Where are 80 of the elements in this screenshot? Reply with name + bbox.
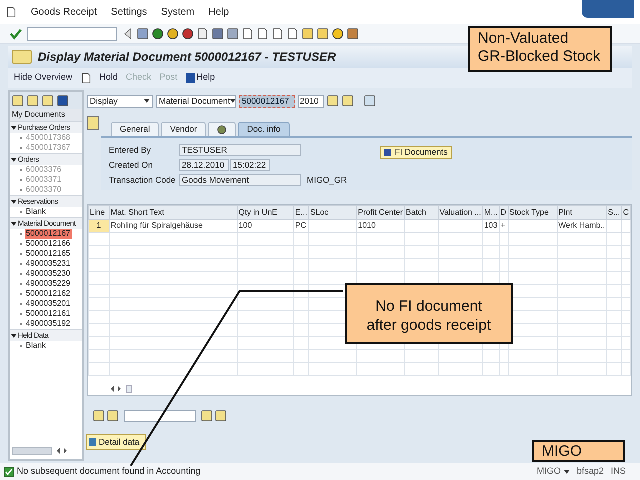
dropdown-arrow-icon[interactable] [564,470,570,474]
tree-item[interactable]: Blank [25,341,48,351]
column-header[interactable]: E... [294,206,309,220]
field-value: MIGO_GR [307,174,348,186]
scrollbar-thumb[interactable] [12,447,52,455]
callout: No FI document after goods receipt [345,283,513,344]
column-header[interactable]: SLoc [308,206,357,220]
field-label: Created On [109,158,154,172]
toolbar-button[interactable]: Help [186,71,216,85]
toolbar-button[interactable]: Hold [100,71,118,85]
fi-documents-button[interactable]: FI Documents [380,146,452,159]
tree-item[interactable]: 5000012165 [25,249,72,259]
tree-item[interactable]: 5000012161 [25,309,72,319]
success-icon [4,466,14,476]
command-field[interactable] [27,26,117,40]
input-field[interactable]: 5000012167 [239,94,295,108]
dropdown[interactable]: Display [87,94,153,108]
table-cell: 100 [237,220,294,232]
column-header[interactable]: S... [606,206,622,220]
column-header[interactable]: Line [88,206,110,220]
input-mode: INS [610,464,626,478]
new-document-icon[interactable] [80,72,92,84]
tab[interactable] [208,122,236,136]
toolbar-button[interactable]: Hide Overview [14,71,73,85]
transaction-code[interactable]: MIGO [536,464,561,478]
tree-item[interactable]: 4900035192 [25,319,72,329]
output-field: 28.12.2010 [179,159,229,171]
tab[interactable]: Doc. info [238,122,290,136]
field-label: Entered By [109,144,152,156]
table-cell: 1010 [356,220,405,232]
input-field[interactable]: 2010 [298,94,324,108]
server-name: bfsap2 [576,464,604,478]
tree-item[interactable]: 4900035230 [25,269,72,279]
column-header[interactable]: M... [482,206,500,220]
window-menu-icon[interactable] [6,6,17,18]
dropdown[interactable]: Material Document [156,94,236,108]
column-header[interactable]: Qty in UnE [237,206,294,220]
check-icon[interactable] [10,28,22,40]
tree-header: My Documents [10,109,82,121]
table-cell: Rohling für Spiralgehäuse [109,220,238,232]
column-header[interactable]: Profit Center [356,206,405,220]
field-label: Transaction Code [109,174,177,186]
scroll-arrows-icon[interactable] [56,448,68,454]
column-header[interactable]: Plnt [557,206,607,220]
output-field: TESTUSER [179,144,301,156]
tree-item[interactable]: 4900035231 [25,259,72,269]
output-field: 15:02:22 [230,159,270,171]
row-selector[interactable]: 1 [88,220,110,232]
search-field[interactable] [124,410,196,422]
back-icon[interactable] [122,28,134,40]
tree-item[interactable]: 5000012162 [25,289,72,299]
table-cell: + [499,220,508,232]
menu-item[interactable]: Goods Receipt [31,4,98,20]
output-field: Goods Movement [179,174,301,186]
scrollbar-thumb[interactable] [126,385,132,393]
menu-item[interactable]: Help [208,4,230,20]
column-header[interactable]: Valuation ... [438,206,483,220]
table-cell: PC [294,220,309,232]
tree-item[interactable]: Blank [25,207,48,217]
tree-item[interactable]: 5000012166 [25,239,72,249]
tree-item[interactable]: 4900035201 [25,299,72,309]
callout: Non-Valuated GR-Blocked Stock [468,26,612,72]
column-header[interactable]: C [622,206,630,220]
callout: MIGO [532,440,625,462]
column-header[interactable]: Stock Type [508,206,558,220]
status-message: No subsequent document found in Accounting [17,464,201,478]
column-header[interactable]: Batch [404,206,438,220]
tab[interactable]: General [111,122,160,136]
tree-item[interactable]: 4900035229 [25,279,72,289]
tree-item[interactable]: 5000012167 [25,229,72,239]
menu-item[interactable]: Settings [111,4,148,20]
column-header[interactable]: D [499,206,508,220]
detail-data-button[interactable]: Detail data [86,434,146,450]
table-cell: 103 [482,220,500,232]
table-cell: Werk Hamb.. [557,220,607,232]
scroll-arrows-icon[interactable] [110,386,122,392]
screen-title: Display Material Document 5000012167 - TESTUSER [38,49,336,66]
menu-item[interactable]: System [161,4,195,20]
tab[interactable]: Vendor [161,122,206,136]
column-header[interactable]: Mat. Short Text [109,206,238,220]
